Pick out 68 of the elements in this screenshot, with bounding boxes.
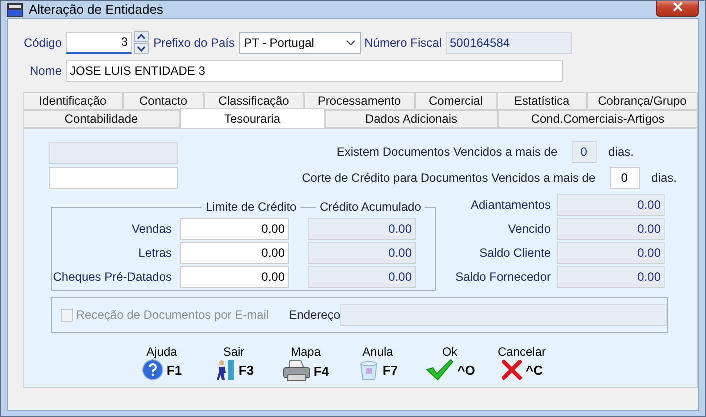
toolbar-button[interactable]: Anula F7	[353, 345, 403, 383]
tab[interactable]: Contacto	[123, 92, 204, 110]
balance-field: 0.00	[557, 218, 665, 240]
input-field[interactable]	[49, 166, 178, 188]
app-icon	[7, 2, 23, 16]
caret-down-icon	[346, 40, 356, 46]
row-label: Cheques Pré-Datados	[52, 270, 173, 284]
help-icon	[142, 359, 164, 381]
balance-label: Saldo Cliente	[478, 246, 552, 260]
checkbox-label: Receção de Documentos por E-mail	[76, 308, 270, 322]
field-label: Código	[22, 36, 63, 50]
field-label: Prefixo do País	[152, 36, 236, 50]
balance-field: 0.00	[557, 266, 665, 288]
caret-up-icon	[137, 34, 146, 40]
toolbar-button[interactable]: Cancelar ^C	[497, 345, 547, 383]
input-field[interactable]	[49, 142, 178, 164]
balance-label: Vencido	[507, 222, 552, 236]
balance-label: Adiantamentos	[470, 198, 552, 212]
tab[interactable]: Contabilidade	[23, 110, 180, 128]
field-label: Existem Documentos Vencidos a mais de	[336, 145, 558, 159]
code-field[interactable]: 3	[66, 32, 132, 54]
days-field[interactable]: 0	[610, 167, 640, 189]
toolbar-button[interactable]: Ok ^O	[425, 345, 475, 383]
column-heading: Crédito Acumulado	[316, 200, 426, 214]
close-button[interactable]	[656, 1, 699, 16]
tab[interactable]: Identificação	[23, 92, 123, 110]
credit-limit-field[interactable]: 0.00	[180, 266, 289, 288]
cross-icon	[501, 359, 523, 381]
caret-down-icon	[137, 46, 146, 52]
balance-field: 0.00	[557, 242, 665, 264]
window-title: Alteração de Entidades	[29, 2, 164, 17]
tax-number-field[interactable]: 500164584	[446, 32, 572, 54]
toolbar-button[interactable]: Mapa F4	[281, 345, 331, 383]
spin-up-button[interactable]	[134, 31, 149, 42]
tab[interactable]: Comercial	[415, 92, 497, 110]
tab[interactable]: Tesouraria	[180, 108, 325, 128]
column-heading: Limite de Crédito	[202, 200, 301, 214]
address-field[interactable]	[340, 304, 667, 326]
printer-icon	[282, 359, 311, 383]
toolbar-button[interactable]: Sair F3	[209, 345, 259, 383]
balance-label: Saldo Fornecedor	[454, 270, 552, 284]
credit-limit-field[interactable]: 0.00	[180, 242, 289, 264]
spin-down-button[interactable]	[134, 43, 149, 54]
balance-field: 0.00	[557, 194, 665, 216]
field-label: Corte de Crédito para Documentos Vencidos a mais de	[302, 171, 596, 185]
unit-label: dias.	[652, 171, 677, 185]
bin-icon	[358, 359, 380, 381]
tab[interactable]: Estatística	[497, 92, 587, 110]
field-label: Número Fiscal	[364, 36, 443, 50]
accumulated-field: 0.00	[308, 218, 416, 240]
tab[interactable]: Cond.Comerciais-Artigos	[498, 110, 698, 128]
field-label: Endereço	[289, 308, 340, 322]
close-icon	[672, 2, 682, 12]
tab[interactable]: Processamento	[304, 92, 415, 110]
credit-limit-field[interactable]: 0.00	[180, 218, 289, 240]
row-label: Vendas	[130, 222, 173, 236]
field-label: Nome	[28, 64, 63, 78]
tab[interactable]: Cobrança/Grupo	[587, 92, 698, 110]
check-icon	[424, 359, 455, 381]
tab[interactable]: Dados Adicionais	[325, 110, 498, 128]
unit-label: dias.	[608, 145, 634, 159]
row-label: Letras	[138, 246, 173, 260]
accumulated-field: 0.00	[308, 266, 416, 288]
name-field[interactable]: JOSE LUIS ENTIDADE 3	[66, 60, 563, 82]
country-dropdown[interactable]: PT - Portugal	[239, 32, 361, 54]
accumulated-field: 0.00	[308, 242, 416, 264]
days-field[interactable]: 0	[572, 141, 597, 163]
toolbar-button[interactable]: Ajuda F1	[137, 345, 187, 383]
